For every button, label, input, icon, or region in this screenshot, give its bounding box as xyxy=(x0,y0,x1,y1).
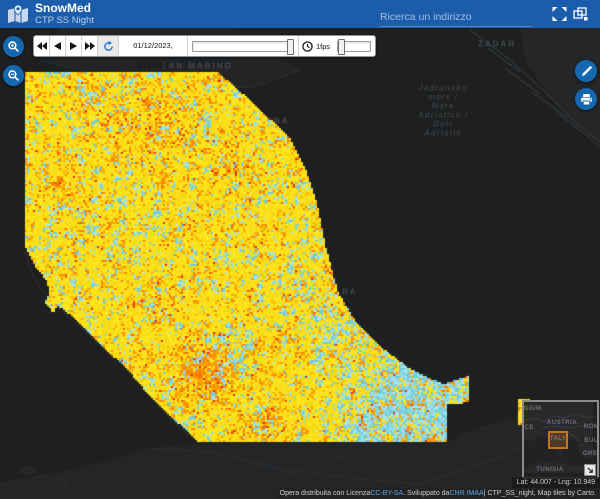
draw-button[interactable] xyxy=(575,60,597,82)
attribution-text: Opera distribuita con Licenza xyxy=(280,490,371,497)
time-slider[interactable] xyxy=(188,36,298,56)
app-title: SnowMed xyxy=(35,2,94,14)
minimap-toggle-button[interactable] xyxy=(584,464,596,476)
zoom-out-button[interactable] xyxy=(3,65,24,86)
compare-windows-icon[interactable] xyxy=(573,7,588,21)
clock-icon xyxy=(302,41,313,52)
step-back-button[interactable] xyxy=(50,36,66,56)
fullscreen-icon[interactable] xyxy=(552,7,567,21)
app-header: SnowMed CTP SS Night Ricerca un indirizz… xyxy=(0,0,600,28)
address-search-input[interactable]: Ricerca un indirizzo xyxy=(380,5,532,27)
org-link[interactable]: CNR IMAA xyxy=(449,490,483,497)
minimap-country-label: BULGARIA xyxy=(584,438,599,444)
search-placeholder: Ricerca un indirizzo xyxy=(380,11,472,23)
map-attribution: Opera distribuita con Licenza CC-BY-SA .… xyxy=(276,488,600,499)
magnifier-plus-icon xyxy=(7,40,20,53)
print-button[interactable] xyxy=(575,88,597,110)
app-subtitle: CTP SS Night xyxy=(35,16,94,26)
fps-slider[interactable] xyxy=(333,36,375,56)
refresh-button[interactable] xyxy=(98,36,119,56)
play-button[interactable] xyxy=(66,36,82,56)
pencil-icon xyxy=(580,65,593,78)
minimap-country-label: FRANCE xyxy=(522,425,534,431)
overview-minimap[interactable]: BELGIUMFRANCEAUSTRIAROMANIAITALYBULGARIA… xyxy=(522,400,599,479)
license-link[interactable]: CC-BY-SA xyxy=(370,490,403,497)
current-datetime-display: 01/12/2023, 01:00:00 xyxy=(119,36,188,56)
time-slider-handle[interactable] xyxy=(287,39,294,55)
app-titles: SnowMed CTP SS Night xyxy=(35,2,94,26)
fps-slider-handle[interactable] xyxy=(338,39,345,55)
time-toolbar: 01/12/2023, 01:00:00 1fps xyxy=(33,35,376,57)
collapse-arrow-icon xyxy=(587,467,594,474)
minimap-country-label: ROMANIA xyxy=(584,424,599,430)
minimap-country-label: GREECE xyxy=(583,451,599,457)
app-logo-map-pin-icon xyxy=(7,4,29,25)
fps-control: 1fps xyxy=(298,36,333,56)
snow-data-overlay-layer[interactable] xyxy=(0,0,600,499)
skip-forward-button[interactable] xyxy=(82,36,98,56)
minimap-country-label: TUNISIA xyxy=(536,467,564,473)
magnifier-minus-icon xyxy=(7,69,20,82)
attribution-text: | CTP_SS_night, Map tiles by Carto. xyxy=(484,490,596,497)
printer-icon xyxy=(580,93,593,106)
zoom-in-button[interactable] xyxy=(3,36,24,57)
cursor-coordinates-readout: Lat: 44.007 - Lng: 10.949 xyxy=(512,477,600,488)
attribution-text: . Sviluppato da xyxy=(403,490,449,497)
time-slider-track[interactable] xyxy=(192,41,294,52)
minimap-viewport-rectangle[interactable] xyxy=(548,431,568,449)
fps-label: 1fps xyxy=(316,42,330,51)
skip-back-button[interactable] xyxy=(34,36,50,56)
minimap-country-label: BELGIUM xyxy=(522,406,542,412)
minimap-country-label: AUSTRIA xyxy=(547,420,577,426)
